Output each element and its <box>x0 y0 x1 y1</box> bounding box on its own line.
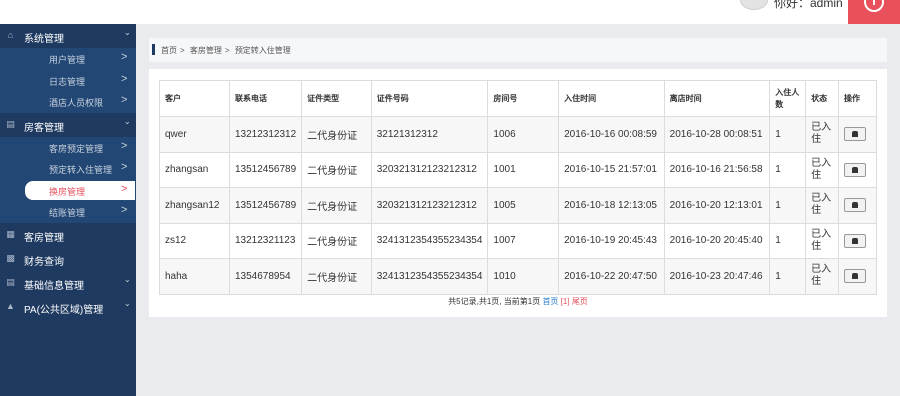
col-checkin-time: 入住时间 <box>558 80 665 117</box>
row-action-button[interactable] <box>843 162 866 177</box>
sidebar-group-basic-info[interactable]: ▤ 基础信息管理 ⌄ <box>0 271 136 295</box>
sidebar-item-permissions[interactable]: 酒店人员权限 > <box>0 91 136 113</box>
pagination-last-link[interactable]: 尾页 <box>572 297 588 306</box>
chevron-right-icon: > <box>121 51 128 63</box>
sidebar-group-guests[interactable]: ▤ 房客管理 ⌄ <box>0 113 136 137</box>
grid-icon: ▦ <box>6 228 15 239</box>
row-action-button[interactable] <box>843 127 866 142</box>
lock-icon <box>851 131 858 138</box>
sidebar-item-checkin[interactable]: 预定转入住管理 > <box>0 158 136 180</box>
col-id-number: 证件号码 <box>370 80 489 117</box>
sidebar-group-finance[interactable]: ▩ 财务查询 <box>0 247 136 271</box>
chevron-right-icon: > <box>121 94 128 106</box>
user-greeting: 你好：admin <box>774 0 843 10</box>
breadcrumb: 首页 > 客房管理 > 预定转入住管理 <box>149 38 887 62</box>
col-checkout-time: 离店时间 <box>663 80 771 117</box>
chevron-right-icon: > <box>121 182 128 195</box>
status-cell: 已入住 <box>805 151 839 188</box>
chevron-down-icon: ⌄ <box>124 298 131 308</box>
logout-button[interactable] <box>848 0 900 24</box>
chart-icon: ▩ <box>6 252 15 263</box>
status-cell: 已入住 <box>805 222 839 259</box>
breadcrumb-separator: > <box>180 46 185 55</box>
sidebar-item-reservations[interactable]: 客房预定管理 > <box>0 137 136 159</box>
col-phone: 联系电话 <box>228 80 303 117</box>
col-room-number: 房间号 <box>487 80 560 117</box>
table-row: zs12 13212321123 二代身份证 32413123543552343… <box>159 222 878 259</box>
sidebar: ⌂ 系统管理 ⌄ 用户管理 > 日志管理 > 酒店人员权限 > ▤ 房客管理 ⌄… <box>0 24 136 396</box>
home-icon: ⌂ <box>7 30 14 40</box>
list-icon: ▤ <box>6 118 15 129</box>
pagination-first-link[interactable]: 首页 <box>542 297 558 306</box>
col-id-type: 证件类型 <box>301 80 372 117</box>
chevron-right-icon: > <box>121 204 128 216</box>
breadcrumb-rooms[interactable]: 客房管理 <box>190 46 222 55</box>
status-cell: 已入住 <box>805 187 839 224</box>
chevron-down-icon: ⌄ <box>124 28 131 37</box>
chevron-down-icon: ⌄ <box>124 116 131 126</box>
status-cell: 已入住 <box>805 116 839 153</box>
breadcrumb-current: 预定转入住管理 <box>234 46 291 55</box>
top-bar: 你好：admin <box>0 0 900 24</box>
checkin-table: 客户 联系电话 证件类型 证件号码 房间号 入住时间 离店时间 入住人数 状态 … <box>159 80 878 295</box>
sidebar-item-logs[interactable]: 日志管理 > <box>0 70 136 92</box>
sidebar-group-public-area[interactable]: ▲ PA(公共区域)管理 ⌄ <box>0 295 136 319</box>
table-row: qwer 13212312312 二代身份证 32121312312 1006 … <box>159 116 878 153</box>
lock-icon <box>851 202 858 209</box>
chevron-down-icon: ⌄ <box>124 274 131 284</box>
table-row: zhangsan12 13512456789 二代身份证 32032131212… <box>159 187 878 224</box>
table-header-row: 客户 联系电话 证件类型 证件号码 房间号 入住时间 离店时间 入住人数 状态 … <box>159 80 878 117</box>
row-action-button[interactable] <box>843 269 866 284</box>
breadcrumb-home[interactable]: 首页 <box>161 46 177 55</box>
chevron-right-icon: > <box>121 161 128 173</box>
lock-icon <box>851 166 858 173</box>
pagination: 共5记录,共1页, 当前第1页 首页 [1] 尾页 <box>149 296 887 307</box>
submenu-guests: 客房预定管理 > 预定转入住管理 > 换房管理 > 结账管理 > <box>0 136 136 223</box>
chevron-right-icon: > <box>121 139 128 152</box>
submenu-system: 用户管理 > 日志管理 > 酒店人员权限 > <box>0 48 136 113</box>
breadcrumb-separator: > <box>224 46 230 55</box>
pagination-current-page[interactable]: [1] <box>561 297 570 306</box>
table-row: haha 1354678954 二代身份证 324131235435523435… <box>159 258 878 295</box>
col-status: 状态 <box>805 80 839 117</box>
warning-icon: ▲ <box>6 300 15 311</box>
bars-icon: ▤ <box>6 276 15 287</box>
data-panel: 客户 联系电话 证件类型 证件号码 房间号 入住时间 离店时间 入住人数 状态 … <box>149 69 887 317</box>
row-action-button[interactable] <box>843 233 866 248</box>
pagination-summary: 共5记录,共1页, 当前第1页 <box>448 297 541 306</box>
main-content: 首页 > 客房管理 > 预定转入住管理 客户 联系电话 证件类型 证件号码 房间号 … <box>136 24 900 396</box>
sidebar-item-users[interactable]: 用户管理 > <box>0 48 136 70</box>
lock-icon <box>851 273 858 280</box>
table-row: zhangsan 13512456789 二代身份证 3203213121232… <box>159 151 878 188</box>
breadcrumb-marker <box>152 44 155 55</box>
sidebar-group-system[interactable]: ⌂ 系统管理 ⌄ <box>0 24 136 48</box>
status-cell: 已入住 <box>805 258 839 295</box>
sidebar-group-rooms[interactable]: ▦ 客房管理 <box>0 223 136 247</box>
user-avatar[interactable] <box>740 0 768 10</box>
chevron-right-icon: > <box>121 72 128 85</box>
col-guest-count: 入住人数 <box>769 80 807 117</box>
sidebar-item-checkout[interactable]: 结账管理 > <box>0 201 136 223</box>
col-action: 操作 <box>837 80 878 117</box>
col-customer: 客户 <box>159 80 230 117</box>
sidebar-item-room-change[interactable]: 换房管理 > <box>0 179 136 201</box>
row-action-button[interactable] <box>843 198 866 213</box>
lock-icon <box>851 237 858 244</box>
